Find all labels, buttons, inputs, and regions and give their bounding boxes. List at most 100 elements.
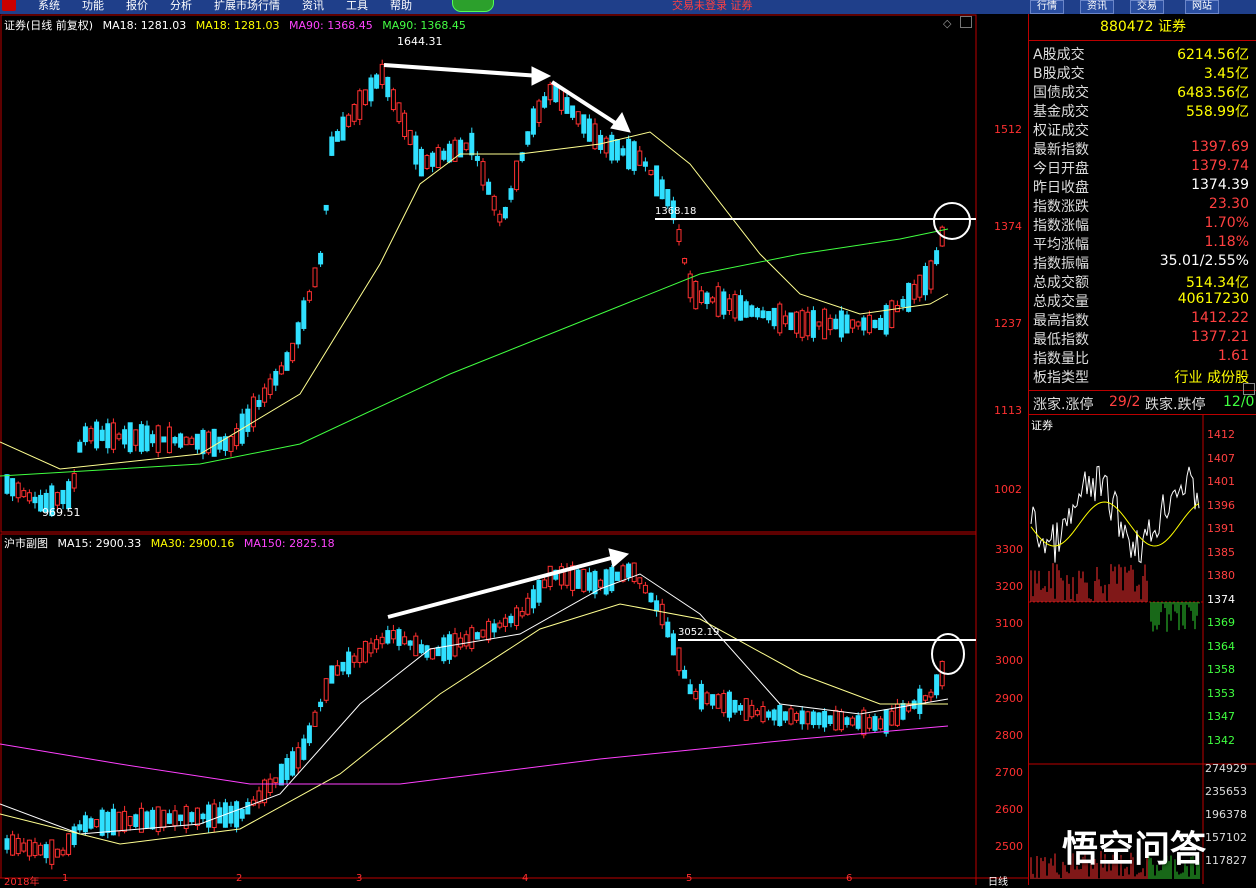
btn-site[interactable]: 网站 [1185, 0, 1219, 14]
candle-body [766, 311, 772, 321]
mini-volume-tick: 157102 [1205, 831, 1247, 844]
lower-y-tick: 2500 [995, 840, 1023, 853]
candle-body [110, 422, 116, 450]
x-date-label: 5 [686, 873, 693, 884]
ma-line [0, 725, 949, 785]
candle-body [799, 310, 805, 338]
candle-body [648, 592, 654, 603]
candle-body [900, 703, 906, 720]
candle-body [133, 429, 139, 446]
panel-toggle-icon[interactable] [1243, 383, 1255, 395]
candle-body [726, 298, 732, 312]
candle-body [362, 89, 368, 106]
menu-item-tools[interactable]: 工具 [346, 0, 368, 13]
candle-body [782, 315, 788, 325]
candle-body [710, 694, 716, 706]
candle-body [418, 644, 424, 654]
candle-body [598, 134, 604, 150]
candle-body [144, 425, 150, 452]
chart-diamond-icon[interactable]: ◇ [943, 17, 951, 30]
candle-body [150, 434, 156, 444]
quote-row-value: 3.45亿 [1203, 66, 1249, 82]
lower-arrows [387, 548, 630, 619]
menu-item-extended[interactable]: 扩展市场行情 [214, 0, 280, 13]
x-date-label: 2 [236, 873, 243, 884]
quote-row-label: 指数振幅 [1033, 256, 1089, 272]
candle-body [687, 684, 693, 695]
down-label: 跌家.跌停 [1145, 397, 1206, 413]
candle-body [351, 655, 357, 663]
candle-body [301, 738, 307, 760]
window-title: 交易未登录 证券 [672, 0, 753, 12]
candle-body [704, 692, 710, 705]
x-date-label: 3 [356, 873, 363, 884]
candle-body [850, 717, 856, 726]
mini-series [1030, 465, 1200, 879]
candle-body [312, 267, 318, 288]
quote-row-label: 板指类型 [1033, 370, 1089, 386]
btn-news[interactable]: 资讯 [1080, 0, 1114, 14]
candle-body [430, 648, 436, 660]
candle-body [446, 634, 452, 660]
candle-body [183, 436, 189, 446]
candle-body [878, 718, 884, 730]
candle-body [15, 837, 21, 855]
candle-body [144, 811, 150, 829]
lower-y-tick: 2800 [995, 729, 1023, 742]
candle-body [4, 838, 10, 850]
candle-body [43, 844, 49, 859]
candle-body [844, 717, 850, 725]
quote-row: 今日开盘 1379.74 [1031, 158, 1253, 177]
menu-item-help[interactable]: 帮助 [390, 0, 412, 13]
candle-body [850, 319, 856, 329]
candle-body [598, 579, 604, 588]
candle-body [749, 305, 755, 317]
candle-body [49, 839, 55, 865]
candle-body [519, 611, 525, 617]
candle-body [833, 318, 839, 330]
breadth-row: 涨家.涨停 29/2 跌家.跌停 12/0 [1031, 394, 1254, 413]
candle-body [379, 636, 385, 645]
btn-quote[interactable]: 行情 [1030, 0, 1064, 14]
menu-item-analysis[interactable]: 分析 [170, 0, 192, 13]
quote-row-value: 6483.56亿 [1177, 85, 1249, 101]
candle-body [290, 342, 296, 362]
candle-body [491, 623, 497, 633]
menu-item-quote[interactable]: 报价 [126, 0, 148, 13]
quote-title: 880472 证券 [1029, 16, 1256, 38]
candle-body [323, 204, 329, 211]
candle-body [749, 704, 755, 718]
menu-item-news[interactable]: 资讯 [302, 0, 324, 13]
connect-button[interactable] [452, 0, 494, 12]
quote-row: 总成交量 40617230 [1031, 291, 1253, 310]
candle-body [234, 801, 240, 828]
kline-canvas[interactable] [0, 14, 1028, 885]
candle-body [318, 252, 324, 265]
candle-body [71, 473, 77, 489]
quote-row: 板指类型 行业 成份股 [1031, 367, 1253, 386]
lower-candles [0, 561, 949, 870]
main-chart-area[interactable]: 证券(日线 前复权) MA18: 1281.03 MA18: 1281.03 M… [0, 14, 1028, 888]
quote-row-value: 1.70% [1204, 215, 1249, 231]
candle-body [715, 286, 721, 317]
candle-body [295, 322, 301, 345]
candle-body [570, 105, 576, 118]
quote-row-value: 1377.21 [1191, 329, 1249, 345]
chart-scroll-icon[interactable] [960, 16, 972, 28]
candle-body [351, 104, 357, 122]
candle-body [558, 87, 564, 111]
btn-trade[interactable]: 交易 [1130, 0, 1164, 14]
menu-item-system[interactable]: 系统 [38, 0, 60, 13]
menu-item-function[interactable]: 功能 [82, 0, 104, 13]
candle-body [743, 301, 749, 318]
candle-body [116, 811, 122, 832]
candle-body [822, 308, 828, 340]
candle-body [430, 152, 436, 167]
candle-body [508, 615, 514, 624]
period-label[interactable]: 日线 [988, 873, 1008, 888]
candle-body [329, 665, 335, 684]
candle-body [547, 84, 553, 101]
candle-body [771, 709, 777, 721]
upper-y-tick: 1113 [994, 404, 1022, 417]
mini-price-tick: 1396 [1207, 498, 1235, 512]
